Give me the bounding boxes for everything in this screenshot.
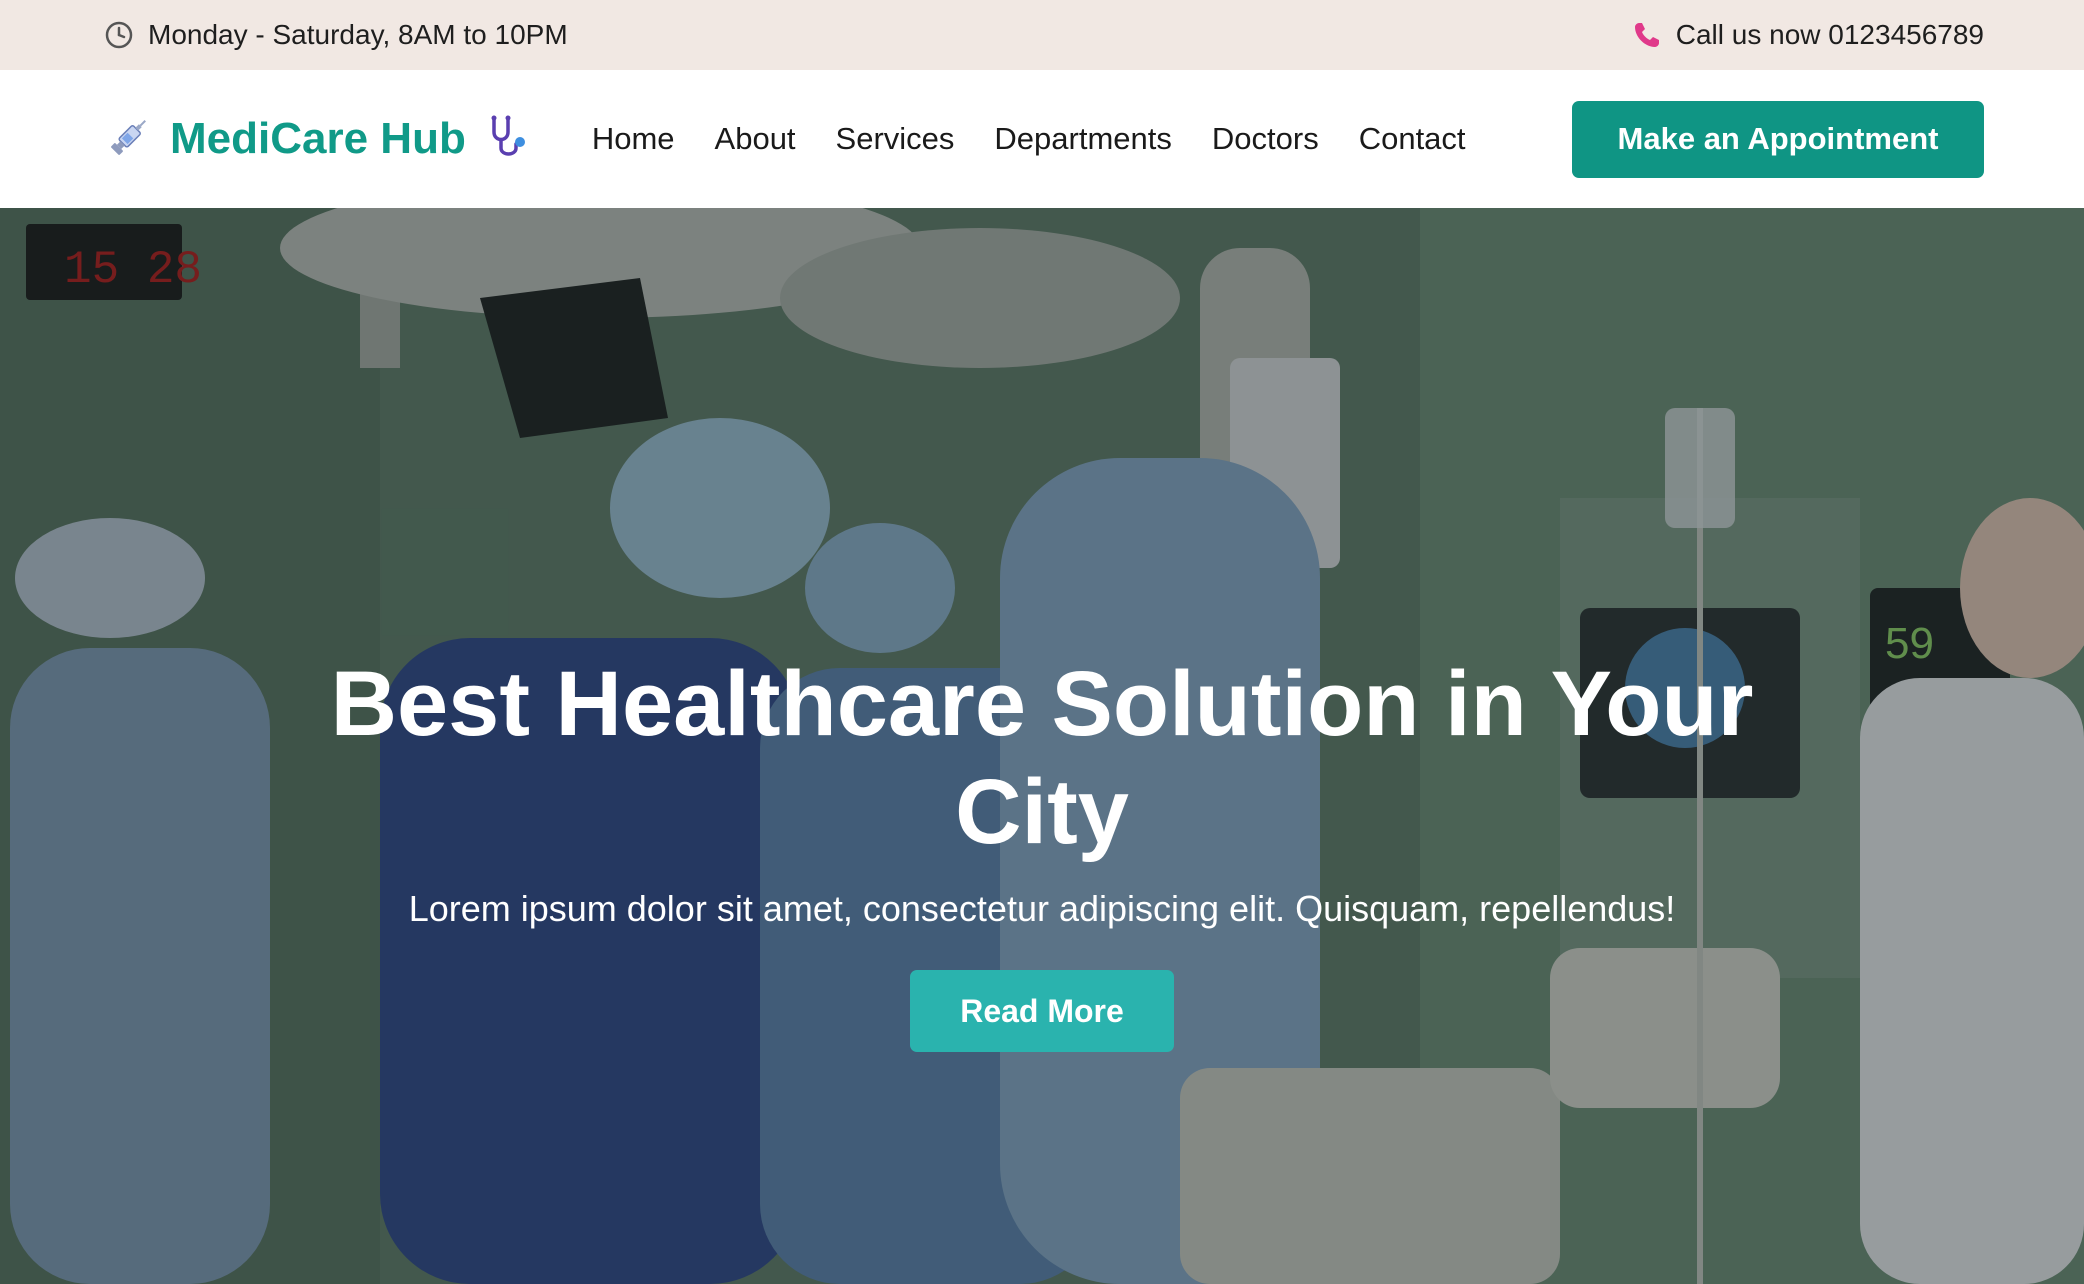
nav-item-about[interactable]: About (715, 121, 796, 157)
hero-title: Best Healthcare Solution in Your City (330, 653, 1754, 863)
opening-hours-text: Monday - Saturday, 8AM to 10PM (148, 19, 568, 50)
nav-item-departments[interactable]: Departments (994, 121, 1171, 157)
make-appointment-button[interactable]: Make an Appointment (1572, 100, 1984, 178)
syringe-icon (106, 114, 152, 165)
stethoscope-icon (484, 112, 534, 167)
clock-icon (104, 20, 134, 50)
phone-icon (1632, 20, 1662, 50)
opening-hours: Monday - Saturday, 8AM to 10PM (104, 19, 568, 51)
nav-item-contact[interactable]: Contact (1359, 121, 1466, 157)
hero-content: Best Healthcare Solution in Your City Lo… (0, 208, 2084, 1284)
hero-subtitle: Lorem ipsum dolor sit amet, consectetur … (408, 888, 1676, 929)
top-info-bar: Monday - Saturday, 8AM to 10PM Call us n… (0, 0, 2084, 70)
read-more-button[interactable]: Read More (910, 970, 1174, 1052)
main-navbar: MediCare Hub Home About Services Departm… (0, 70, 2084, 208)
nav-links: Home About Services Departments Doctors … (592, 121, 1466, 157)
nav-item-doctors[interactable]: Doctors (1212, 121, 1319, 157)
phone-contact[interactable]: Call us now 0123456789 (1632, 19, 1984, 51)
nav-item-services[interactable]: Services (836, 121, 955, 157)
nav-item-home[interactable]: Home (592, 121, 675, 157)
brand-name: MediCare Hub (170, 114, 466, 163)
hero-section: 15 28 59 12 Best Healthcare Solut (0, 208, 2084, 1284)
phone-text: Call us now 0123456789 (1675, 19, 1984, 50)
brand-logo[interactable]: MediCare Hub (106, 112, 534, 167)
